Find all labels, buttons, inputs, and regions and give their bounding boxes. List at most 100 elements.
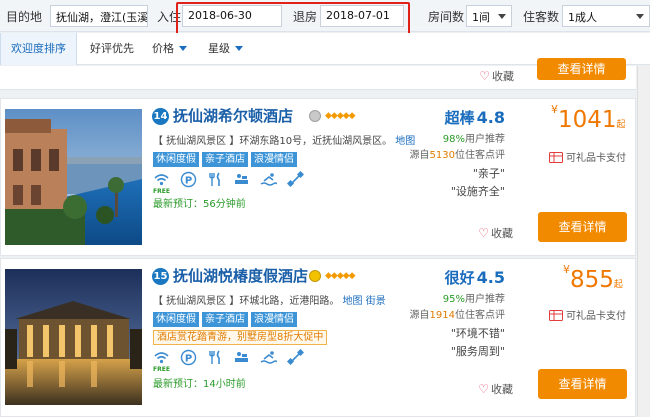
parking-icon: P (180, 349, 197, 366)
rooms-select[interactable]: 1间 (466, 5, 512, 27)
promotion-banner[interactable]: 酒店赏花踏青游，别墅房型8折大促中 (153, 330, 328, 345)
view-details-button[interactable]: 查看详情 (537, 58, 626, 80)
gift-card-payment: 可礼品卡支付 (549, 307, 626, 322)
gift-card-label: 可礼品卡支付 (566, 153, 626, 164)
price-block: ¥855起 (563, 263, 643, 293)
favorite-label: 收藏 (491, 383, 513, 396)
chevron-down-icon (235, 46, 243, 51)
reviews-suffix: 位住客点评 (455, 150, 505, 161)
destination-input[interactable]: 抚仙湖，澄江(玉溪) (50, 5, 148, 27)
hotel-name-link[interactable]: 抚仙湖希尔顿酒店 (173, 105, 293, 126)
hotel-photo[interactable] (5, 109, 142, 245)
sort-price[interactable]: 价格 (142, 33, 197, 65)
free-wifi-label: FREE (153, 366, 170, 373)
price-suffix: 起 (613, 280, 623, 290)
favorite-label: 收藏 (492, 70, 514, 83)
address-text: 环湖东路10号，近抚仙湖风景区。 (239, 136, 393, 147)
hotel-address: 【 抚仙湖风景区 】环湖东路10号，近抚仙湖风景区。 地图 (153, 132, 415, 147)
diamond-rating-icon: ◆◆◆◆◆ (325, 271, 356, 281)
free-wifi-label: FREE (153, 188, 170, 195)
favorite-button[interactable]: ♡ 收藏 (478, 225, 513, 241)
hotel-photo[interactable] (5, 269, 142, 405)
hotel-type-icon (309, 270, 321, 282)
reviews-count-link[interactable]: 1914 (430, 310, 455, 321)
currency-symbol: ¥ (551, 103, 558, 116)
favorite-button[interactable]: ♡ 收藏 (479, 68, 514, 84)
sort-star[interactable]: 星级 (198, 33, 253, 65)
hotel-tags: 休闲度假 亲子酒店 浪漫情侣 (153, 151, 300, 167)
hotel-tags: 休闲度假 亲子酒店 浪漫情侣 (153, 311, 300, 327)
fitness-icon (233, 349, 250, 366)
wifi-icon: FREE (153, 171, 170, 195)
sort-star-label: 星级 (208, 42, 230, 55)
address-text: 环城北路，近港阳路。 (239, 296, 340, 307)
review-quote: "亲子" (472, 167, 505, 180)
hotel-card: 15 抚仙湖悦椿度假酒店 ◆◆◆◆◆ 【 抚仙湖风景区 】环城北路，近港阳路。 … (0, 258, 636, 417)
wifi-icon: FREE (153, 349, 170, 373)
price-value: 855 (570, 267, 614, 293)
pool-icon (260, 349, 278, 366)
last-booking: 最新预订：56分钟前 (153, 199, 246, 210)
sort-rating[interactable]: 好评优先 (80, 33, 144, 65)
diamond-rating-icon: ◆◆◆◆◆ (325, 111, 356, 121)
gift-card-label: 可礼品卡支付 (566, 311, 626, 322)
chevron-down-icon (636, 14, 644, 19)
gym-icon (287, 349, 305, 366)
review-quote: "设施齐全" (450, 185, 505, 198)
chevron-down-icon (498, 14, 506, 19)
review-quote: "服务周到" (450, 345, 505, 358)
fitness-icon (233, 171, 250, 188)
tag-leisure: 休闲度假 (153, 152, 199, 167)
sort-popularity[interactable]: 欢迎度排序 (0, 33, 77, 65)
review-quote: "环境不错" (450, 327, 505, 340)
price-block: ¥1041起 (551, 103, 631, 133)
recommend-suffix: 用户推荐 (465, 294, 505, 305)
gift-card-payment: 可礼品卡支付 (549, 149, 626, 164)
reviews-count-link[interactable]: 5130 (430, 150, 455, 161)
guests-select[interactable]: 1成人 (562, 5, 650, 27)
favorite-label: 收藏 (491, 227, 513, 240)
currency-symbol: ¥ (563, 263, 570, 276)
heart-icon: ♡ (478, 226, 489, 240)
reviews-suffix: 位住客点评 (455, 310, 505, 321)
address-area: 【 抚仙湖风景区 】 (153, 296, 240, 307)
view-details-button[interactable]: 查看详情 (538, 212, 627, 242)
sort-price-label: 价格 (152, 42, 174, 55)
rooms-label: 房间数 (428, 10, 465, 24)
recommend-suffix: 用户推荐 (465, 134, 505, 145)
hotel-rank-badge: 15 (152, 268, 169, 285)
price-suffix: 起 (616, 120, 626, 130)
address-area: 【 抚仙湖风景区 】 (153, 136, 240, 147)
date-highlight-box (176, 2, 410, 36)
street-view-link[interactable]: 街景 (366, 296, 386, 307)
hotel-address: 【 抚仙湖风景区 】环城北路，近港阳路。 地图 街景 (153, 292, 386, 307)
recommend-percent: 98% (442, 134, 465, 145)
rating-word: 很好 (444, 269, 475, 287)
parking-icon: P (180, 171, 197, 188)
reviews-prefix: 源自 (409, 150, 430, 161)
chevron-down-icon (179, 46, 187, 51)
hotel-type-icon (309, 110, 321, 122)
last-booking: 最新预订：14小时前 (153, 379, 246, 390)
rating-block: 超棒 4.8 98%用户推荐 源自5130位住客点评 "亲子" "设施齐全" (410, 107, 505, 199)
restaurant-icon (207, 171, 224, 188)
reviews-prefix: 源自 (409, 310, 430, 321)
scrollbar[interactable] (637, 66, 650, 417)
svg-text:P: P (185, 176, 192, 187)
restaurant-icon (207, 349, 224, 366)
hotel-card: 14 抚仙湖希尔顿酒店 ◆◆◆◆◆ 【 抚仙湖风景区 】环湖东路10号，近抚仙湖… (0, 98, 636, 256)
view-details-button[interactable]: 查看详情 (538, 369, 627, 399)
amenity-icons: FREE P (153, 171, 310, 195)
heart-icon: ♡ (479, 69, 490, 83)
destination-label: 目的地 (6, 10, 43, 24)
svg-text:P: P (185, 354, 192, 365)
rooms-select-value: 1间 (472, 11, 490, 24)
tag-romantic: 浪漫情侣 (251, 312, 297, 327)
map-link[interactable]: 地图 (343, 296, 363, 307)
rating-score: 4.8 (476, 108, 505, 127)
pool-icon (260, 171, 278, 188)
heart-icon: ♡ (478, 382, 489, 396)
favorite-button[interactable]: ♡ 收藏 (478, 381, 513, 397)
hotel-name-link[interactable]: 抚仙湖悦椿度假酒店 (173, 265, 308, 286)
previous-hotel-card: ♡ 收藏 查看详情 (0, 58, 636, 90)
